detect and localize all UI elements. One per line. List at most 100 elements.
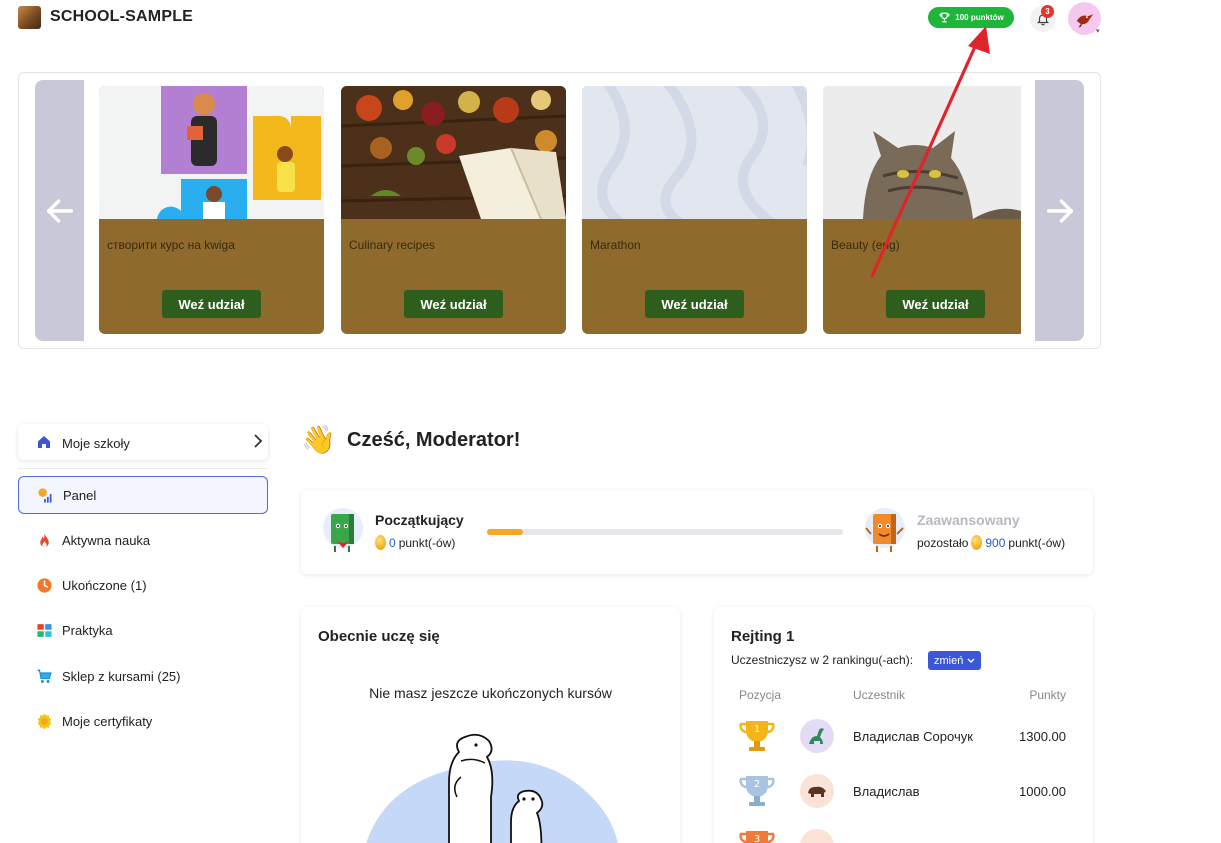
column-header-points: Punkty (1029, 688, 1066, 702)
arrow-left-icon (46, 198, 73, 223)
column-header-participant: Uczestnik (853, 688, 906, 702)
points-suffix: punkt(-ów) (1008, 535, 1066, 550)
sidebar-divider (18, 468, 268, 469)
course-carousel: створити курс на kwiga Weź udział Culina… (18, 72, 1101, 349)
my-schools-button[interactable]: Moje szkoły (18, 424, 268, 460)
carousel-prev-button[interactable] (35, 80, 84, 341)
column-header-position: Pozycja (739, 688, 782, 702)
bronze-trophy-icon: 3 (739, 831, 775, 843)
rank-number: 2 (754, 779, 760, 790)
school-name[interactable]: SCHOOL-SAMPLE (50, 8, 193, 26)
practice-grid-icon (37, 623, 52, 637)
bison-icon (808, 786, 826, 797)
dashboard-chart-icon (38, 487, 52, 503)
points-badge-label: 100 punktów (955, 13, 1004, 22)
join-course-button[interactable]: Weź udział (404, 290, 503, 318)
rank-number: 3 (754, 834, 760, 843)
remaining-points-value: 900 (985, 535, 1006, 550)
sidebar-item-label: Praktyka (62, 622, 113, 638)
current-level-name: Początkujący (375, 512, 464, 528)
ranking-row[interactable]: 3 (714, 827, 1093, 843)
rank-number: 1 (754, 724, 760, 735)
course-card-title: створити курс на kwiga (107, 238, 235, 252)
current-learning-card: Obecnie uczę się Nie masz jeszcze ukończ… (301, 607, 680, 843)
level-progress-bar (487, 529, 843, 535)
sidebar-item-label: Panel (63, 487, 97, 503)
current-level-points: 0 punkt(-ów) (375, 535, 455, 550)
top-header: SCHOOL-SAMPLE 100 punktów 3 ▾ (0, 0, 1221, 40)
sidebar-item-label: Aktywna nauka (62, 532, 151, 548)
ranking-row[interactable]: 2 Владислав 1000.00 (714, 772, 1093, 822)
my-schools-label: Moje szkoły (62, 436, 130, 451)
course-card-image (341, 86, 566, 219)
course-card-title: Beauty (eng) (831, 238, 900, 252)
bird-avatar-icon (1076, 13, 1093, 28)
level-progress-card: Początkujący 0 punkt(-ów) Zaawansowany p… (301, 490, 1093, 574)
course-card[interactable]: Culinary recipes Weź udział (341, 86, 566, 334)
dinosaur-icon (809, 728, 824, 744)
trophy-icon (939, 12, 950, 23)
sidebar-item-label: Ukończone (1) (62, 577, 147, 593)
empty-courses-message: Nie masz jeszcze ukończonych kursów (369, 685, 612, 701)
ranking-title: Rejting 1 (731, 628, 795, 645)
course-card-image (823, 86, 1021, 219)
coin-icon (375, 535, 386, 550)
shopping-cart-icon (37, 669, 52, 683)
next-level-name: Zaawansowany (917, 512, 1020, 528)
fire-icon (40, 532, 49, 547)
participant-points: 1000.00 (1019, 784, 1066, 799)
course-card-image (99, 86, 324, 219)
participant-name: Владислав Сорочук (853, 729, 973, 744)
certificate-badge-icon (37, 713, 52, 729)
remaining-points: pozostało 900 punkt(-ów) (917, 535, 1065, 550)
clock-icon (37, 577, 52, 593)
beginner-book-mascot-icon (323, 508, 363, 552)
avatar-menu-caret-icon[interactable]: ▾ (1096, 27, 1100, 35)
carousel-next-button[interactable] (1035, 80, 1084, 341)
sidebar-item-practice[interactable]: Praktyka (18, 611, 268, 649)
sidebar-item-active-learning[interactable]: Aktywna nauka (18, 521, 268, 559)
gold-trophy-icon: 1 (739, 721, 775, 751)
greeting-title: Cześć, Moderator! (347, 429, 521, 451)
sidebar-item-label: Moje certyfikaty (62, 713, 153, 729)
change-ranking-button[interactable]: zmień (928, 651, 982, 670)
sidebar-item-completed[interactable]: Ukończone (1) (18, 566, 268, 604)
join-course-button[interactable]: Weź udział (162, 290, 261, 318)
chevron-right-icon (254, 434, 263, 448)
course-card[interactable]: створити курс на kwiga Weź udział (99, 86, 324, 334)
home-icon (38, 436, 50, 448)
course-card[interactable]: Beauty (eng) Weź udział (823, 86, 1021, 334)
course-card-title: Marathon (590, 238, 641, 252)
chevron-down-icon (967, 658, 975, 663)
level-progress-fill (487, 529, 523, 535)
ranking-card: Rejting 1 Uczestniczysz w 2 rankingu(-ac… (714, 607, 1093, 843)
waving-hand-icon: 👋 (301, 424, 336, 455)
points-suffix: punkt(-ów) (398, 535, 456, 550)
sidebar-item-course-shop[interactable]: Sklep z kursami (25) (18, 657, 268, 695)
course-card-title: Culinary recipes (349, 238, 436, 252)
sidebar-item-panel[interactable]: Panel (18, 476, 268, 514)
arrow-right-icon (1046, 198, 1073, 223)
course-card-image (582, 86, 807, 219)
meerkats-illustration (366, 733, 618, 843)
ranking-row[interactable]: 1 Владислав Сорочук 1300.00 (714, 717, 1093, 767)
sidebar-item-certificates[interactable]: Moje certyfikaty (18, 702, 268, 740)
remaining-label: pozostało (917, 535, 969, 550)
points-badge[interactable]: 100 punktów (928, 7, 1014, 28)
notification-count-badge: 3 (1041, 5, 1054, 18)
ranking-participation-text: Uczestniczysz w 2 rankingu(-ach): (731, 653, 914, 667)
join-course-button[interactable]: Weź udział (645, 290, 744, 318)
current-points-value: 0 (389, 535, 396, 550)
current-learning-title: Obecnie uczę się (318, 628, 440, 645)
participant-points: 1300.00 (1019, 729, 1066, 744)
advanced-book-mascot-icon (865, 508, 905, 552)
participant-name: Владислав (853, 784, 920, 799)
participant-avatar (800, 829, 834, 843)
coin-icon (971, 535, 983, 550)
join-course-button[interactable]: Weź udział (886, 290, 985, 318)
participant-avatar (800, 719, 834, 753)
participant-avatar (800, 774, 834, 808)
school-logo[interactable] (18, 6, 41, 29)
course-card[interactable]: Marathon Weź udział (582, 86, 807, 334)
silver-trophy-icon: 2 (739, 776, 775, 806)
